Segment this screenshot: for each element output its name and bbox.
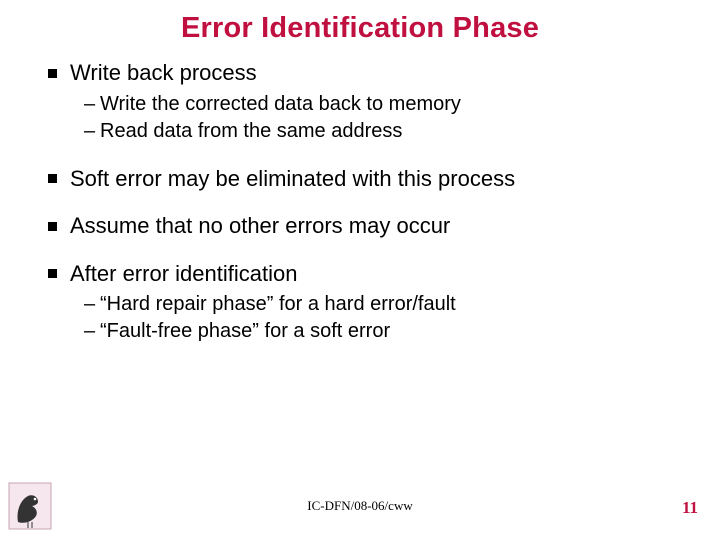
bullet-list: Write back process Write the corrected d… bbox=[28, 59, 692, 345]
page-title: Error Identification Phase bbox=[28, 12, 692, 45]
sub-list: “Hard repair phase” for a hard error/fau… bbox=[70, 291, 692, 345]
page-number: 11 bbox=[682, 498, 698, 518]
sub-list-item-text: “Hard repair phase” for a hard error/fau… bbox=[100, 293, 456, 315]
sub-list-item: Write the corrected data back to memory bbox=[84, 91, 692, 118]
sub-list-item: “Fault-free phase” for a soft error bbox=[84, 318, 692, 345]
slide: Error Identification Phase Write back pr… bbox=[0, 0, 720, 540]
sub-list-item-text: “Fault-free phase” for a soft error bbox=[100, 320, 390, 342]
list-item: Write back process Write the corrected d… bbox=[48, 59, 692, 145]
list-item: Soft error may be eliminated with this p… bbox=[48, 165, 692, 193]
sub-list-item-text: Read data from the same address bbox=[100, 120, 402, 142]
list-item-text: Soft error may be eliminated with this p… bbox=[70, 166, 515, 191]
list-item-text: Write back process bbox=[70, 60, 257, 85]
sub-list-item: Read data from the same address bbox=[84, 118, 692, 145]
sub-list-item: “Hard repair phase” for a hard error/fau… bbox=[84, 291, 692, 318]
sub-list-item-text: Write the corrected data back to memory bbox=[100, 93, 461, 115]
footer-text: IC-DFN/08-06/cww bbox=[0, 498, 720, 514]
sub-list: Write the corrected data back to memory … bbox=[70, 91, 692, 145]
list-item: After error identification “Hard repair … bbox=[48, 260, 692, 346]
list-item-text: After error identification bbox=[70, 261, 297, 286]
list-item: Assume that no other errors may occur bbox=[48, 212, 692, 240]
list-item-text: Assume that no other errors may occur bbox=[70, 213, 450, 238]
